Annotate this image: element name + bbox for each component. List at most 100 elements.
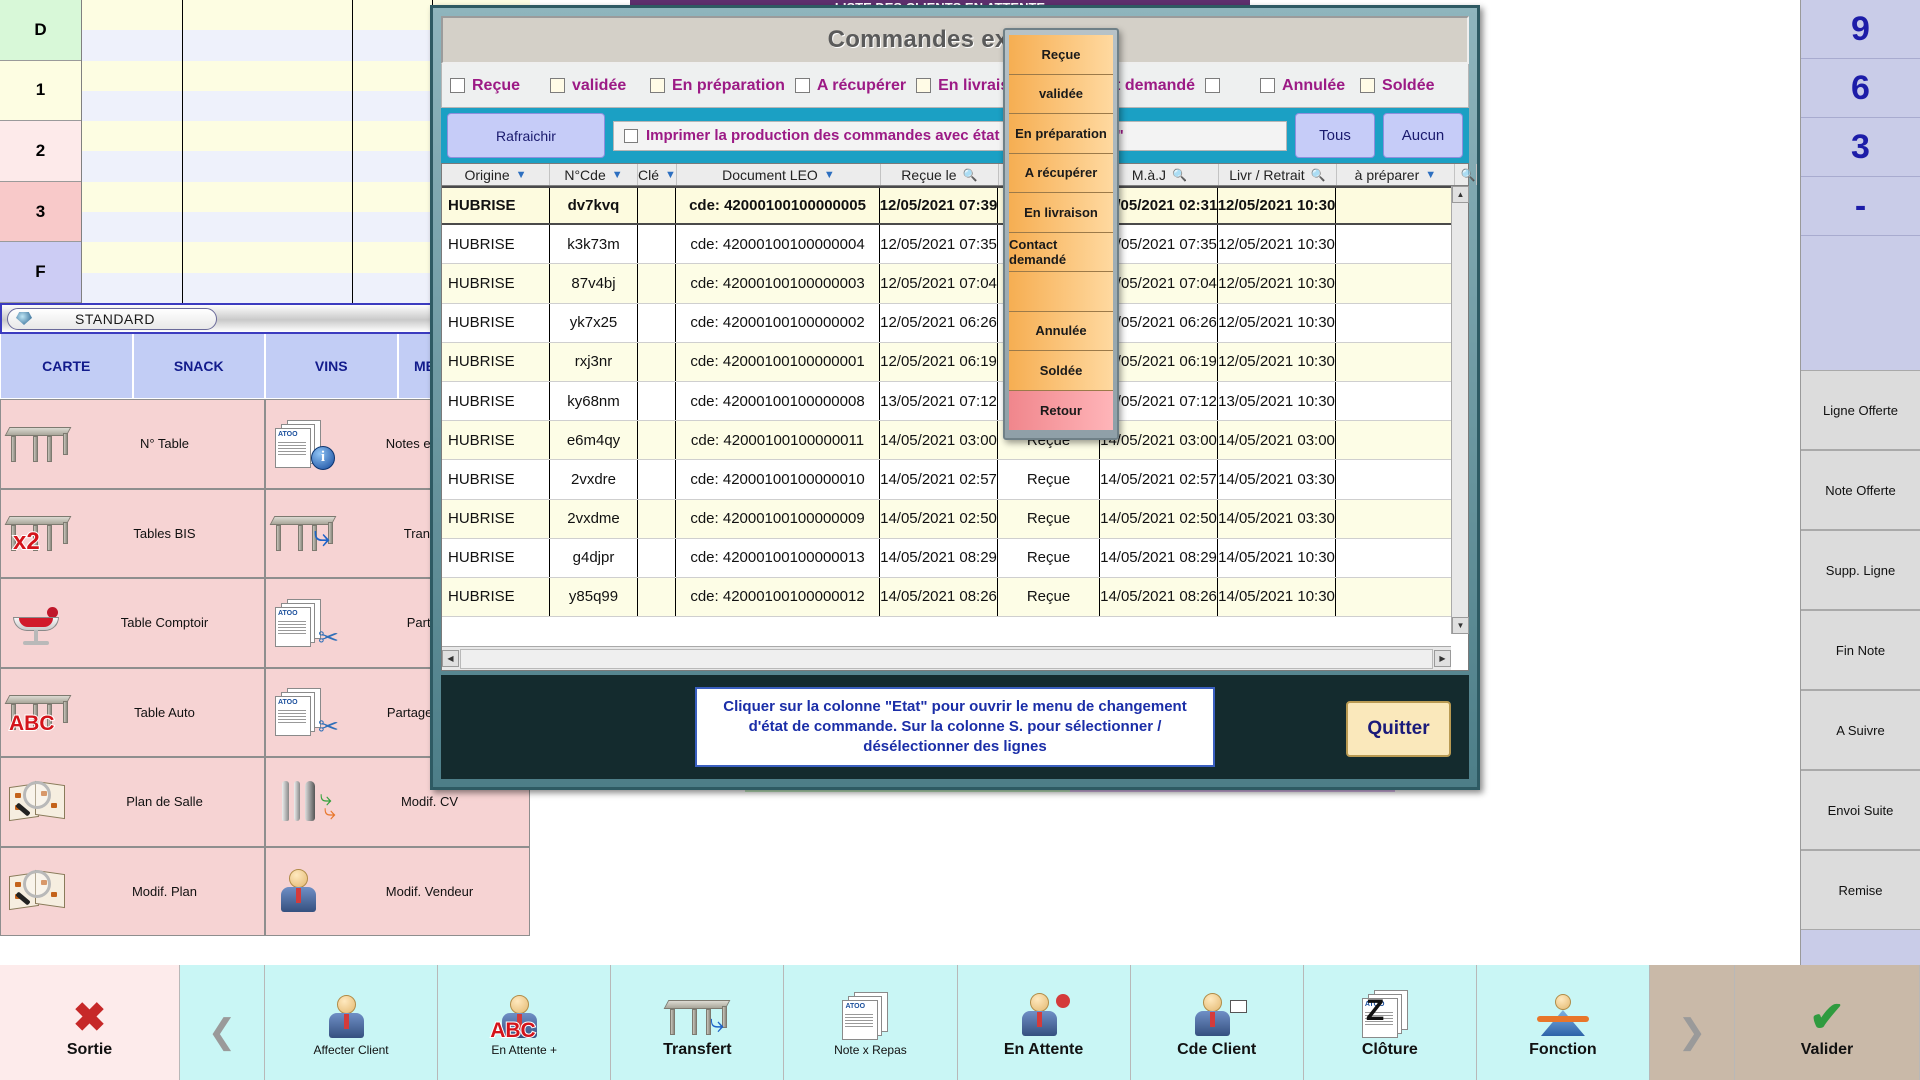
copy-icon[interactable]: 🔍 bbox=[1461, 168, 1476, 182]
sidebar-button-supp-ligne[interactable]: Supp. Ligne bbox=[1801, 530, 1920, 610]
column-header-document-leo[interactable]: Document LEO ▼ bbox=[677, 164, 881, 185]
print-checkbox-box[interactable] bbox=[624, 128, 638, 143]
checkbox-box[interactable] bbox=[916, 78, 932, 93]
table-row[interactable]: HUBRISE yk7x25 cde: 42000100100000002 12/05… bbox=[442, 303, 1451, 343]
category-tab-carte[interactable]: CARTE bbox=[0, 334, 133, 399]
magnifier-icon[interactable]: 🔍 bbox=[1311, 168, 1326, 182]
keypad-key-9[interactable]: 9 bbox=[1801, 0, 1920, 59]
scroll-down-arrow[interactable]: ▼ bbox=[1452, 617, 1469, 634]
floor-row-2[interactable]: 2 bbox=[0, 121, 81, 182]
function-button-modif-plan[interactable]: Modif. Plan bbox=[0, 846, 265, 936]
table-row[interactable]: HUBRISE e6m4qy cde: 42000100100000011 14/05… bbox=[442, 421, 1451, 461]
table-row[interactable]: HUBRISE 2vxdme cde: 42000100100000009 14/05… bbox=[442, 499, 1451, 539]
popup-item-retour[interactable]: Retour bbox=[1009, 390, 1113, 430]
standard-pill[interactable]: STANDARD bbox=[7, 307, 217, 330]
cell-etat[interactable]: Reçue bbox=[998, 538, 1100, 577]
popup-item-contact-demandé[interactable]: Contact demandé bbox=[1009, 232, 1113, 272]
toolbar-button-chevron-left[interactable]: ❮ bbox=[180, 965, 265, 1080]
magnifier-icon[interactable]: 🔍 bbox=[1172, 168, 1187, 182]
column-header-n-cde[interactable]: N°Cde ▼ bbox=[550, 164, 638, 185]
filter-checkbox-annulée[interactable]: Annulée bbox=[1260, 77, 1350, 95]
checkbox-box[interactable] bbox=[1205, 78, 1221, 93]
refresh-button[interactable]: Rafraichir bbox=[447, 113, 605, 158]
floor-row-f[interactable]: F bbox=[0, 242, 81, 303]
toolbar-button-valider[interactable]: ✔ Valider bbox=[1735, 965, 1920, 1080]
magnifier-icon[interactable]: 🔍 bbox=[963, 168, 978, 182]
sidebar-button-ligne-offerte[interactable]: Ligne Offerte bbox=[1801, 370, 1920, 450]
column-header-à-pr-parer[interactable]: à préparer ▼ bbox=[1337, 164, 1455, 185]
popup-item-annulée[interactable]: Annulée bbox=[1009, 311, 1113, 351]
cell-etat[interactable]: Reçue bbox=[998, 460, 1100, 499]
floor-row-3[interactable]: 3 bbox=[0, 181, 81, 243]
scroll-left-arrow[interactable]: ◀ bbox=[442, 650, 459, 667]
table-row[interactable]: HUBRISE 2vxdre cde: 42000100100000010 14/05… bbox=[442, 460, 1451, 500]
funnel-icon[interactable]: ▼ bbox=[1425, 169, 1436, 181]
sidebar-button-note-offerte[interactable]: Note Offerte bbox=[1801, 450, 1920, 530]
checkbox-box[interactable] bbox=[1260, 78, 1276, 93]
toolbar-button-chevron-right[interactable]: ❯ bbox=[1650, 965, 1735, 1080]
category-tab-snack[interactable]: SNACK bbox=[132, 334, 265, 399]
function-button-table-comptoir[interactable]: Table Comptoir bbox=[0, 578, 265, 668]
toolbar-button-sortie[interactable]: ✖ Sortie bbox=[0, 965, 180, 1080]
toolbar-button-en-attente[interactable]: En Attente bbox=[957, 965, 1131, 1080]
checkbox-box[interactable] bbox=[1360, 78, 1376, 93]
select-all-button[interactable]: Tous bbox=[1295, 113, 1375, 158]
sidebar-button-envoi-suite[interactable]: Envoi Suite bbox=[1801, 770, 1920, 850]
vertical-scrollbar[interactable]: ▲ ▼ bbox=[1451, 186, 1469, 634]
keypad-key-6[interactable]: 6 bbox=[1801, 59, 1920, 118]
filter-checkbox-en-préparation[interactable]: En préparation bbox=[649, 77, 785, 95]
category-tab-vins[interactable]: VINS bbox=[265, 334, 398, 399]
table-row[interactable]: HUBRISE rxj3nr cde: 42000100100000001 12/05… bbox=[442, 342, 1451, 382]
toolbar-button-transfert[interactable]: ⤷ Transfert bbox=[611, 965, 785, 1080]
checkbox-box[interactable] bbox=[450, 78, 465, 93]
function-button-tables-bis[interactable]: x2 Tables BIS bbox=[0, 488, 265, 578]
filter-checkbox-soldée[interactable]: Soldée bbox=[1360, 77, 1450, 95]
function-button-table-auto[interactable]: ABC Table Auto bbox=[0, 667, 265, 757]
filter-checkbox-a-récupérer[interactable]: A récupérer bbox=[794, 77, 906, 95]
toolbar-button-clôture[interactable]: ATOO Z Clôture bbox=[1303, 965, 1477, 1080]
function-button-n-table[interactable]: N° Table bbox=[0, 399, 265, 489]
keypad-key-minus[interactable]: - bbox=[1801, 177, 1920, 236]
column-header-cl-[interactable]: Clé ▼ bbox=[638, 164, 677, 185]
popup-item-soldée[interactable]: Soldée bbox=[1009, 351, 1113, 391]
toolbar-button-fonction[interactable]: Fonction bbox=[1476, 965, 1650, 1080]
funnel-icon[interactable]: ▼ bbox=[612, 169, 623, 181]
function-button-modif-vendeur[interactable]: Modif. Vendeur bbox=[265, 846, 530, 936]
print-production-checkbox[interactable]: Imprimer la production des commandes ave… bbox=[613, 120, 1287, 151]
column-header-origine[interactable]: Origine ▼ bbox=[442, 164, 550, 185]
table-row[interactable]: HUBRISE ky68nm cde: 42000100100000008 13/05… bbox=[442, 381, 1451, 422]
popup-item-en-livraison[interactable]: En livraison bbox=[1009, 193, 1113, 233]
function-button-plan-de-salle[interactable]: Plan de Salle bbox=[0, 757, 265, 847]
checkbox-box[interactable] bbox=[649, 78, 665, 93]
table-row[interactable]: HUBRISE 87v4bj cde: 42000100100000003 12/05… bbox=[442, 264, 1451, 304]
sidebar-button-a-suivre[interactable]: A Suivre bbox=[1801, 690, 1920, 770]
hscroll-thumb[interactable] bbox=[460, 648, 1433, 669]
cell-etat[interactable]: Reçue bbox=[998, 499, 1100, 538]
table-row[interactable]: HUBRISE dv7kvq cde: 42000100100000005 12/05… bbox=[442, 186, 1451, 226]
column-header-extra[interactable]: 🔍 bbox=[1455, 164, 1477, 185]
funnel-icon[interactable]: ▼ bbox=[824, 169, 835, 181]
select-none-button[interactable]: Aucun bbox=[1383, 113, 1463, 158]
cell-etat[interactable]: Reçue bbox=[998, 577, 1100, 617]
popup-item-a-récupérer[interactable]: A récupérer bbox=[1009, 153, 1113, 193]
toolbar-button-note-x-repas[interactable]: ATOO Note x Repas bbox=[784, 965, 958, 1080]
popup-item-blank[interactable] bbox=[1009, 272, 1113, 312]
sidebar-button-fin-note[interactable]: Fin Note bbox=[1801, 610, 1920, 690]
checkbox-box[interactable] bbox=[794, 78, 810, 93]
floor-row-1[interactable]: 1 bbox=[0, 60, 81, 122]
filter-checkbox-validée[interactable]: validée bbox=[549, 77, 640, 95]
table-row[interactable]: HUBRISE y85q99 cde: 42000100100000012 14/05… bbox=[442, 577, 1451, 618]
table-row[interactable]: HUBRISE g4djpr cde: 42000100100000013 14/05… bbox=[442, 538, 1451, 578]
horizontal-scrollbar[interactable]: ◀ ▶ bbox=[442, 646, 1451, 670]
scroll-up-arrow[interactable]: ▲ bbox=[1452, 186, 1469, 203]
quit-button[interactable]: Quitter bbox=[1346, 701, 1451, 757]
popup-item-re-ue[interactable]: Reçue bbox=[1009, 35, 1113, 75]
floor-row-d[interactable]: D bbox=[0, 0, 81, 61]
toolbar-button-en-attente-[interactable]: ABC En Attente + bbox=[438, 965, 612, 1080]
keypad-key-3[interactable]: 3 bbox=[1801, 118, 1920, 177]
toolbar-button-affecter-client[interactable]: Affecter Client bbox=[265, 965, 439, 1080]
filter-checkbox-re-ue[interactable]: Reçue bbox=[450, 77, 540, 95]
popup-item-validée[interactable]: validée bbox=[1009, 74, 1113, 114]
filter-checkbox-blank[interactable] bbox=[1205, 78, 1250, 93]
column-header-livr-retrait[interactable]: Livr / Retrait 🔍 bbox=[1219, 164, 1337, 185]
